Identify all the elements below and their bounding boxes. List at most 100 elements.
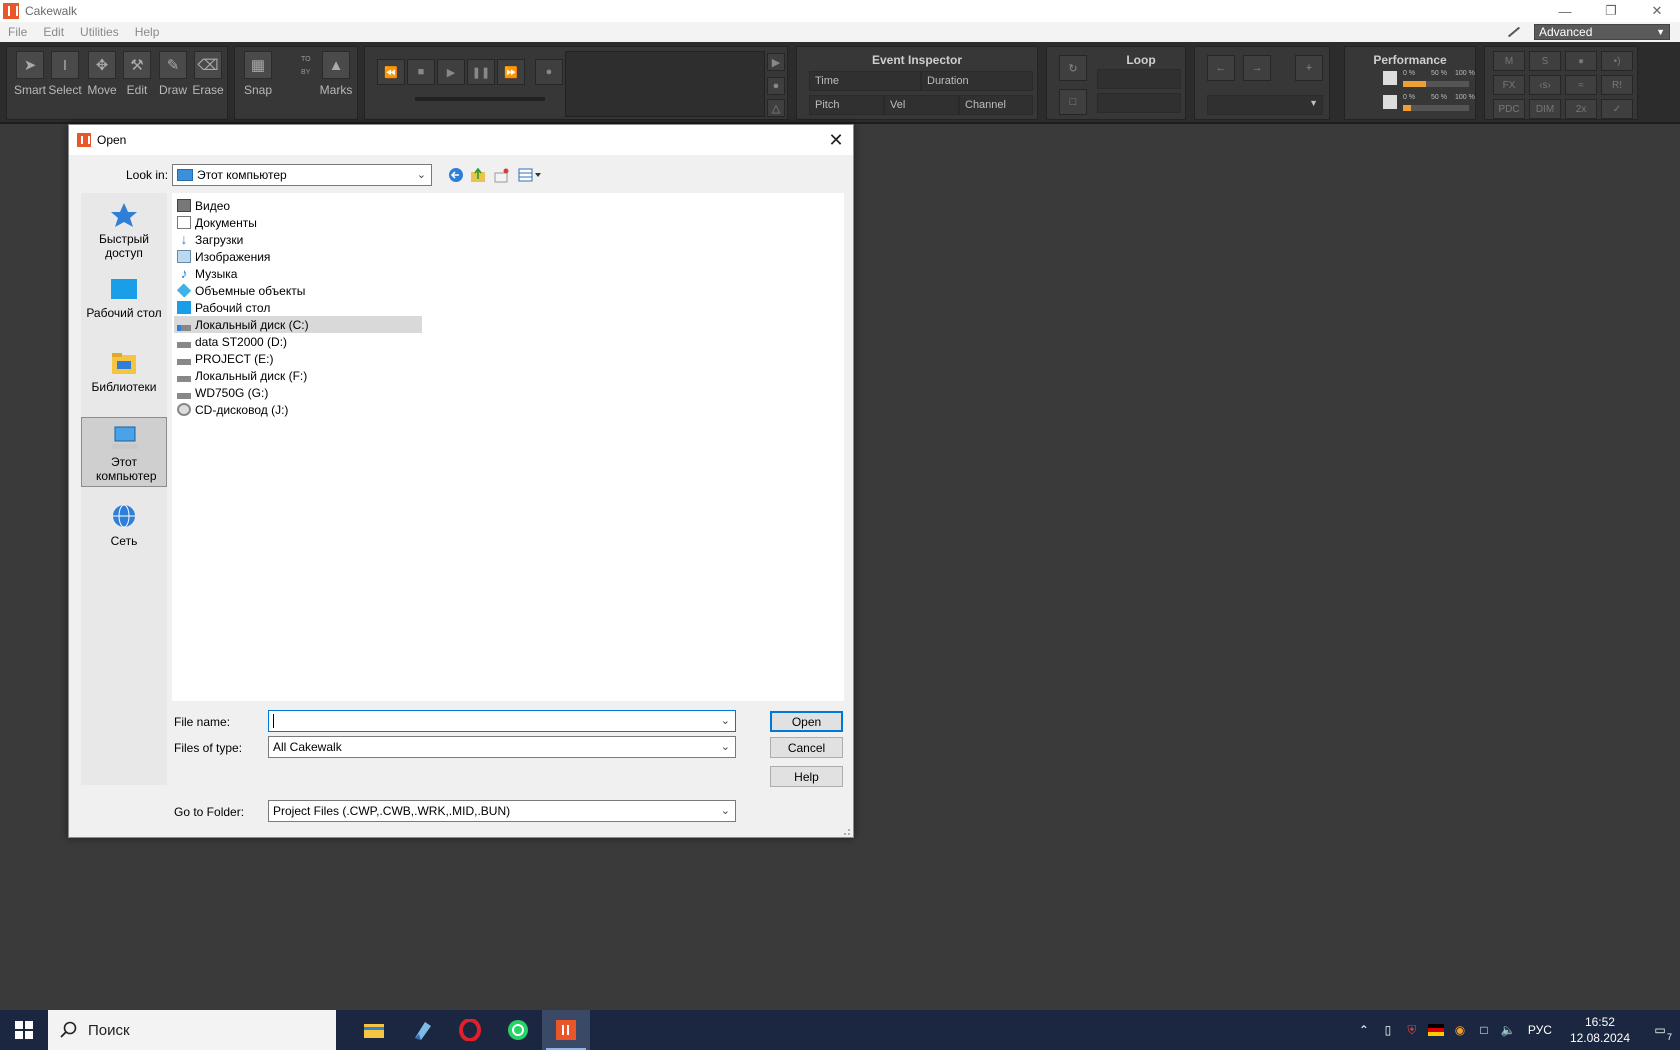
input-echo-icon[interactable]: •)	[1601, 51, 1633, 71]
volume-icon[interactable]: 🔈	[1496, 1010, 1520, 1050]
menu-utilities[interactable]: Utilities	[72, 25, 127, 39]
dim-button[interactable]: DIM	[1529, 99, 1561, 119]
play-small-button[interactable]: ▶	[767, 53, 785, 71]
list-item[interactable]: Видео	[174, 197, 422, 214]
marker-select[interactable]: ▼	[1207, 95, 1323, 115]
place-this-pc[interactable]: Этот компьютер	[81, 417, 167, 487]
snap-button[interactable]: ▦ Snap	[241, 51, 275, 97]
double-button[interactable]: 2x	[1565, 99, 1597, 119]
write-automation-icon[interactable]: ✓	[1601, 99, 1633, 119]
ei-channel[interactable]: Channel	[959, 95, 1033, 115]
file-name-input[interactable]: ⌄	[268, 710, 736, 732]
list-item[interactable]: CD-дисковод (J:)	[174, 401, 422, 418]
app-tray-icon[interactable]: ◉	[1448, 1010, 1472, 1050]
look-in-combo[interactable]: Этот компьютер ⌄	[172, 164, 432, 186]
list-item[interactable]: ↓ Загрузки	[174, 231, 422, 248]
list-item[interactable]: Рабочий стол	[174, 299, 422, 316]
expand-icon[interactable]	[1504, 24, 1522, 40]
list-item[interactable]: ♪ Музыка	[174, 265, 422, 282]
start-button[interactable]	[0, 1010, 48, 1050]
ei-time[interactable]: Time	[809, 71, 921, 91]
loop-end[interactable]	[1097, 93, 1181, 113]
go-to-folder-select[interactable]: Project Files (.CWP,.CWB,.WRK,.MID,.BUN)…	[268, 800, 736, 822]
menu-help[interactable]: Help	[127, 25, 168, 39]
tool-smart[interactable]: ➤ Smart	[13, 51, 47, 97]
send-icon[interactable]: ‹s›	[1529, 75, 1561, 95]
security-shield-icon[interactable]: ⛨	[1400, 1010, 1424, 1050]
minimize-button[interactable]: —	[1542, 0, 1588, 22]
fast-forward-button[interactable]: ⏩	[497, 59, 525, 85]
open-button[interactable]: Open	[770, 711, 843, 732]
language-indicator[interactable]: РУС	[1520, 1010, 1560, 1050]
marks-button[interactable]: ▲ Marks	[319, 51, 353, 97]
list-item[interactable]: Локальный диск (F:)	[174, 367, 422, 384]
ei-vel[interactable]: Vel	[884, 95, 959, 115]
close-window-button[interactable]: ✕	[1634, 0, 1680, 22]
files-of-type-select[interactable]: All Cakewalk ⌄	[268, 736, 736, 758]
tool-select[interactable]: I Select	[48, 51, 82, 97]
mute-button[interactable]: M	[1493, 51, 1525, 71]
keyboard-flag-icon[interactable]	[1424, 1010, 1448, 1050]
up-folder-icon[interactable]	[469, 166, 487, 184]
record-button[interactable]: ●	[535, 59, 563, 85]
resize-grip-icon[interactable]	[841, 825, 851, 835]
back-icon[interactable]	[447, 166, 465, 184]
chevron-up-icon[interactable]: ⌃	[1352, 1010, 1376, 1050]
place-desktop[interactable]: Рабочий стол	[81, 275, 167, 320]
whatsapp-icon[interactable]	[494, 1010, 542, 1050]
place-quick-access[interactable]: Быстрый доступ	[81, 201, 167, 260]
menu-edit[interactable]: Edit	[35, 25, 72, 39]
list-item[interactable]: PROJECT (E:)	[174, 350, 422, 367]
arm-button[interactable]: ●	[1565, 51, 1597, 71]
loop-selection-icon[interactable]: □	[1059, 89, 1087, 115]
tool-erase[interactable]: ⌫ Erase	[191, 51, 225, 97]
loop-start[interactable]	[1097, 69, 1181, 89]
chevron-down-icon[interactable]: ⌄	[721, 714, 730, 727]
tool-move[interactable]: ✥ Move	[85, 51, 119, 97]
solo-button[interactable]: S	[1529, 51, 1561, 71]
new-folder-icon[interactable]	[493, 166, 511, 184]
list-item[interactable]: Объемные объекты	[174, 282, 422, 299]
clock[interactable]: 16:52 12.08.2024	[1570, 1014, 1630, 1046]
list-item[interactable]: Документы	[174, 214, 422, 231]
cakewalk-taskbar-icon[interactable]	[542, 1010, 590, 1050]
list-item[interactable]: Локальный диск (C:)	[174, 316, 422, 333]
list-item[interactable]: Изображения	[174, 248, 422, 265]
help-button[interactable]: Help	[770, 766, 843, 787]
play-button[interactable]: ▶	[437, 59, 465, 85]
list-item[interactable]: data ST2000 (D:)	[174, 333, 422, 350]
pause-button[interactable]: ❚❚	[467, 59, 495, 85]
read-automation-button[interactable]: R!	[1601, 75, 1633, 95]
stop-button[interactable]: ■	[407, 59, 435, 85]
tool-draw[interactable]: ✎ Draw	[156, 51, 190, 97]
list-item[interactable]: WD750G (G:)	[174, 384, 422, 401]
restore-button[interactable]: ❐	[1588, 0, 1634, 22]
ei-pitch[interactable]: Pitch	[809, 95, 884, 115]
place-libraries[interactable]: Библиотеки	[81, 349, 167, 394]
place-network[interactable]: Сеть	[81, 503, 167, 548]
marker-add-icon[interactable]: +	[1295, 55, 1323, 81]
notepad-app-icon[interactable]	[398, 1010, 446, 1050]
opera-icon[interactable]	[446, 1010, 494, 1050]
notifications-icon[interactable]: ▭ 7	[1640, 1010, 1680, 1050]
workspace-select[interactable]: Advanced ▼	[1534, 24, 1670, 40]
cancel-button[interactable]: Cancel	[770, 737, 843, 758]
marker-right-icon[interactable]: →	[1243, 55, 1271, 81]
record-small-button[interactable]: ●	[767, 77, 785, 95]
pdc-button[interactable]: PDC	[1493, 99, 1525, 119]
metronome-icon[interactable]: △	[767, 99, 785, 117]
loop-toggle-icon[interactable]: ↻	[1059, 55, 1087, 81]
dialog-close-button[interactable]: ✕	[827, 131, 845, 149]
usb-icon[interactable]: ▯	[1376, 1010, 1400, 1050]
marker-left-icon[interactable]: ←	[1207, 55, 1235, 81]
ei-duration[interactable]: Duration	[921, 71, 1033, 91]
taskbar-search[interactable]: Поиск	[48, 1010, 336, 1050]
rewind-button[interactable]: ⏪	[377, 59, 405, 85]
file-list[interactable]: Видео Документы ↓ Загрузки Изображения ♪ М…	[172, 193, 844, 701]
file-explorer-icon[interactable]	[350, 1010, 398, 1050]
fx-button[interactable]: FX	[1493, 75, 1525, 95]
menu-file[interactable]: File	[0, 25, 35, 39]
position-slider[interactable]	[415, 97, 545, 101]
tool-edit[interactable]: ⚒ Edit	[120, 51, 154, 97]
automation-icon[interactable]: ≈	[1565, 75, 1597, 95]
